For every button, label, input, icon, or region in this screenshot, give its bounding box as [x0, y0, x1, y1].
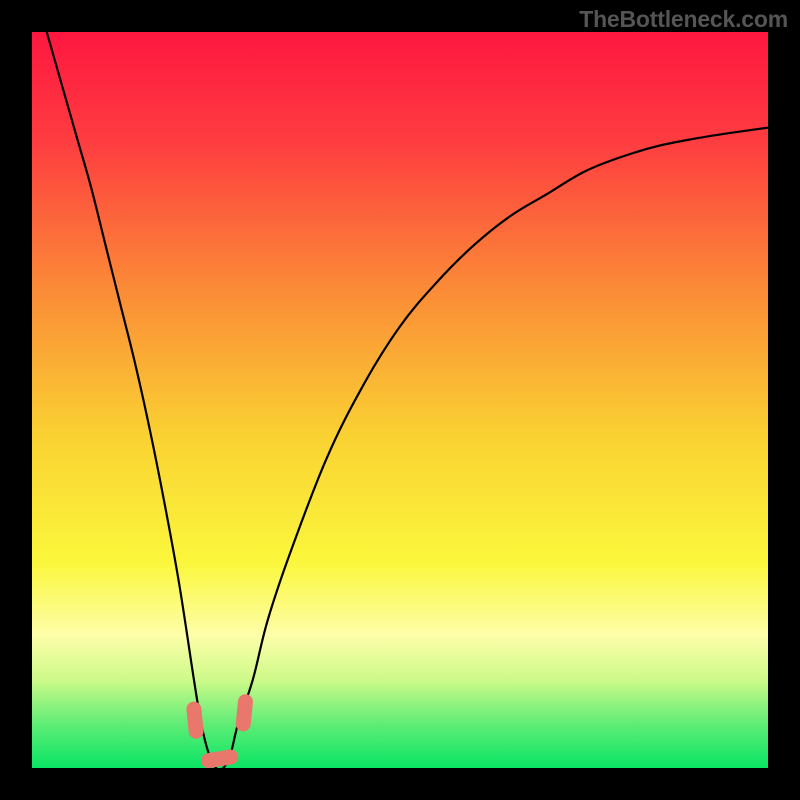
bottleneck-chart: [32, 32, 768, 768]
chart-frame: TheBottleneck.com: [0, 0, 800, 800]
watermark-label: TheBottleneck.com: [579, 6, 788, 33]
plot-area: [32, 32, 768, 768]
